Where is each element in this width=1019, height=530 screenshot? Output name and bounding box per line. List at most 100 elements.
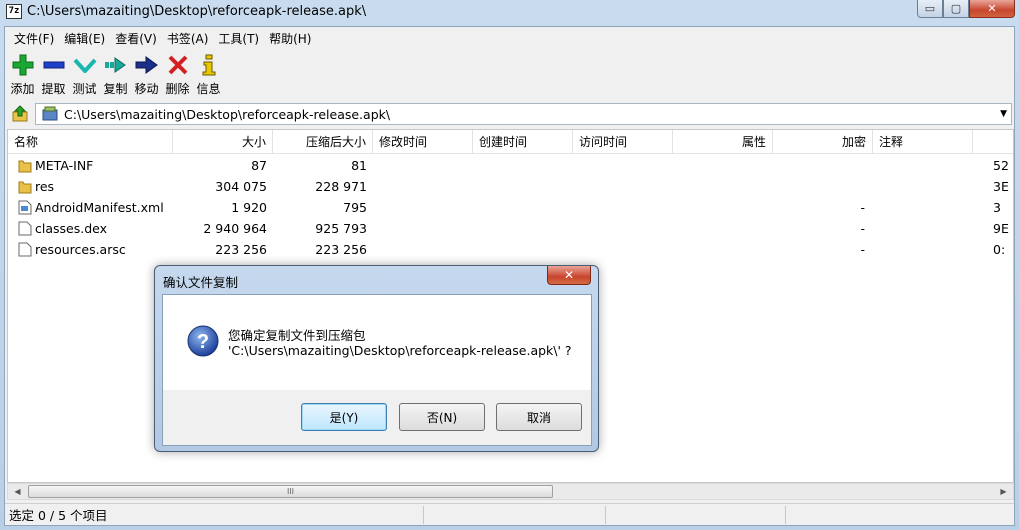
file-name: res [35,179,55,194]
toolbar: 添加 提取 测试 复制 移动 删除 信息 [5,49,1014,99]
file-packed-size: 925 793 [315,221,367,236]
test-button[interactable]: 测试 [69,49,100,99]
extract-icon [42,53,66,77]
archive-icon [42,106,58,121]
menu-file[interactable]: 文件(F) [9,30,59,47]
yes-button[interactable]: 是(Y) [301,403,387,431]
address-bar: C:\Users\mazaiting\Desktop\reforceapk-re… [5,101,1014,127]
table-row[interactable]: AndroidManifest.xml 1 920 795 - 3 [8,197,1013,218]
move-label: 移动 [134,82,159,96]
file-extra: 9E [993,221,1009,236]
horizontal-scrollbar[interactable]: ◀ III ▶ [7,483,1014,500]
dialog-message-line2: 'C:\Users\mazaiting\Desktop\reforceapk-r… [228,343,572,358]
menu-bookmarks[interactable]: 书签(A) [162,30,214,47]
file-encrypted: - [860,200,865,215]
file-encrypted [773,176,865,197]
delete-label: 删除 [165,82,190,96]
menu-edit[interactable]: 编辑(E) [59,30,110,47]
file-name: META-INF [35,158,94,173]
file-icon [18,221,32,236]
delete-icon [166,53,190,77]
app-logo-icon: 7z [6,4,22,19]
menu-tools[interactable]: 工具(T) [213,30,264,47]
file-icon [18,242,32,257]
dialog-title: 确认文件复制 [163,275,239,290]
status-divider [785,506,786,524]
info-button[interactable]: 信息 [193,49,224,99]
file-packed-size: 81 [351,158,367,173]
file-size: 304 075 [215,179,267,194]
scroll-left-icon[interactable]: ◀ [9,484,26,499]
add-label: 添加 [10,82,35,96]
column-created[interactable]: 创建时间 [473,130,573,154]
chevron-down-icon[interactable]: ▼ [1000,109,1007,119]
file-name: classes.dex [35,221,108,236]
copy-icon [104,53,128,77]
column-accessed[interactable]: 访问时间 [573,130,673,154]
file-packed-size: 228 971 [315,179,367,194]
title-bar: 7z C:\Users\mazaiting\Desktop\reforceapk… [0,0,1019,25]
copy-label: 复制 [103,82,128,96]
extract-label: 提取 [41,82,66,96]
column-packed-size[interactable]: 压缩后大小 [273,130,373,154]
file-extra: 3E [993,179,1009,194]
question-icon: ? [187,325,219,357]
column-encrypted[interactable]: 加密 [773,130,873,154]
column-size[interactable]: 大小 [173,130,273,154]
test-icon [73,53,97,77]
column-name[interactable]: 名称 [8,130,173,154]
file-extra: 0: [993,242,1006,257]
move-icon [135,53,159,77]
cancel-button[interactable]: 取消 [496,403,582,431]
file-extra: 3 [993,200,1001,215]
menu-help[interactable]: 帮助(H) [264,30,316,47]
dialog-body: ? 您确定复制文件到压缩包 'C:\Users\mazaiting\Deskto… [162,294,592,446]
table-row[interactable]: classes.dex 2 940 964 925 793 - 9E [8,218,1013,239]
info-label: 信息 [196,82,221,96]
column-attributes[interactable]: 属性 [673,130,773,154]
folder-icon [18,181,32,194]
extract-button[interactable]: 提取 [38,49,69,99]
status-bar: 选定 0 / 5 个项目 [5,503,1014,525]
maximize-button[interactable]: ▢ [943,0,969,18]
file-encrypted: - [860,242,865,257]
table-row[interactable]: resources.arsc 223 256 223 256 - 0: [8,239,1013,260]
close-window-button[interactable]: ✕ [969,0,1015,18]
move-button[interactable]: 移动 [131,49,162,99]
folder-up-icon[interactable] [9,103,31,125]
column-header: 名称 大小 压缩后大小 修改时间 创建时间 访问时间 属性 加密 注释 [8,130,1013,154]
add-button[interactable]: 添加 [7,49,38,99]
minimize-button[interactable]: ▭ [917,0,943,18]
file-extra: 52 [993,158,1009,173]
file-packed-size: 223 256 [315,242,367,257]
scroll-right-icon[interactable]: ▶ [995,484,1012,499]
file-size: 2 940 964 [203,221,267,236]
status-text: 选定 0 / 5 个项目 [9,508,108,523]
column-modified[interactable]: 修改时间 [373,130,473,154]
table-row[interactable]: res 304 075 228 971 3E [8,176,1013,197]
svg-text:?: ? [197,331,209,353]
file-size: 223 256 [215,242,267,257]
scrollbar-thumb[interactable]: III [28,485,553,498]
column-comment[interactable]: 注释 [873,130,973,154]
file-size: 87 [251,158,267,173]
address-field[interactable]: C:\Users\mazaiting\Desktop\reforceapk-re… [35,103,1012,125]
no-button[interactable]: 否(N) [399,403,485,431]
menu-bar: 文件(F) 编辑(E) 查看(V) 书签(A) 工具(T) 帮助(H) [5,27,1014,49]
dialog-message-area: ? 您确定复制文件到压缩包 'C:\Users\mazaiting\Deskto… [163,295,591,390]
delete-button[interactable]: 删除 [162,49,193,99]
copy-button[interactable]: 复制 [100,49,131,99]
test-label: 测试 [72,82,97,96]
file-packed-size: 795 [343,200,367,215]
folder-icon [18,160,32,173]
confirm-copy-dialog: 确认文件复制 ✕ ? 您确定复制文件到压缩包 'C:\Users\mazaiti… [154,265,599,452]
menu-view[interactable]: 查看(V) [110,30,162,47]
dialog-close-button[interactable]: ✕ [547,266,591,285]
status-divider [605,506,606,524]
info-icon [197,53,221,77]
file-name: resources.arsc [35,242,126,257]
file-encrypted: - [860,221,865,236]
file-size: 1 920 [231,200,267,215]
file-name: AndroidManifest.xml [35,200,164,215]
table-row[interactable]: META-INF 87 81 52 [8,155,1013,176]
